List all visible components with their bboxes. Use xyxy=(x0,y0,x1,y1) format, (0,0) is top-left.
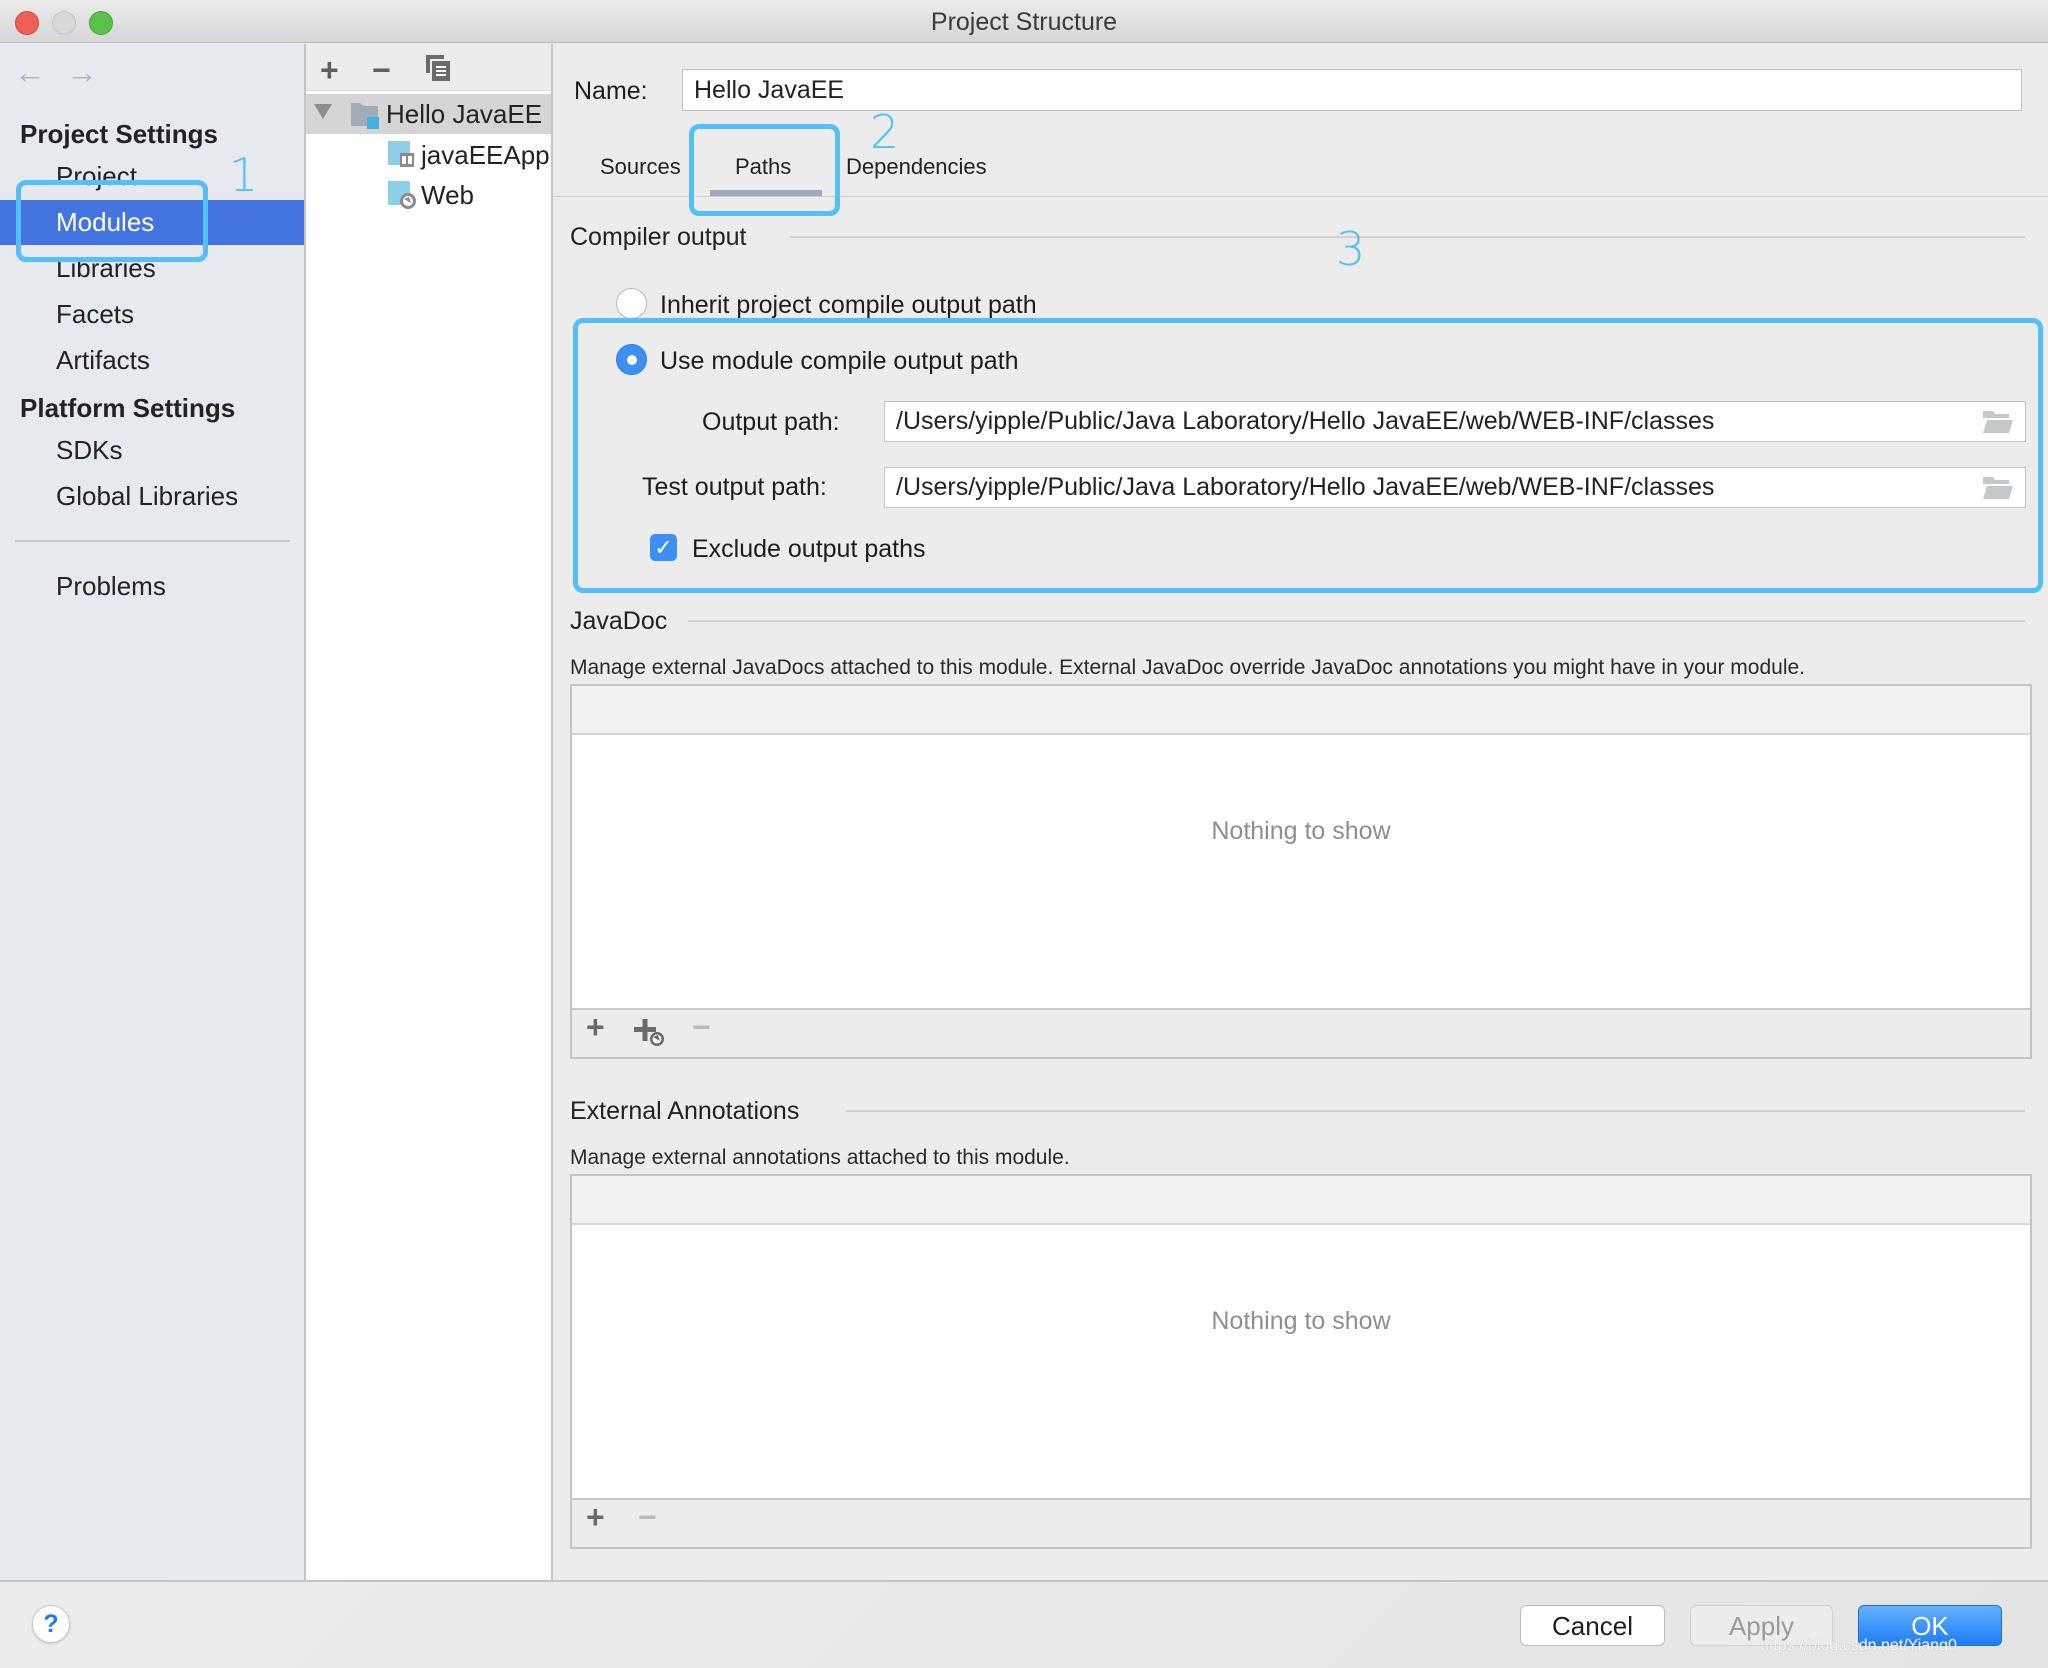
sidebar-item-sdks[interactable]: SDKs xyxy=(56,435,122,466)
sidebar-item-problems[interactable]: Problems xyxy=(56,571,166,602)
javadoc-divider xyxy=(688,620,2025,622)
compiler-output-title: Compiler output xyxy=(570,223,747,251)
expand-triangle-icon[interactable] xyxy=(314,104,332,119)
remove-icon[interactable]: − xyxy=(372,52,391,89)
tree-item-javaeeapp[interactable]: javaEEApp xyxy=(421,140,550,171)
forward-arrow-icon[interactable]: → xyxy=(66,54,98,91)
annotation-box-3 xyxy=(573,318,2043,593)
javadoc-description: Manage external JavaDocs attached to thi… xyxy=(570,656,1806,679)
platform-settings-header: Platform Settings xyxy=(20,393,236,423)
external-annotations-table-header xyxy=(572,1176,2030,1225)
watermark-text: https://blog.csdn.net/Yiang0 xyxy=(1760,1637,1957,1654)
sidebar-item-artifacts[interactable]: Artifacts xyxy=(56,345,150,376)
javaee-facet-icon xyxy=(388,141,416,169)
web-facet-icon xyxy=(388,181,416,209)
tab-dependencies[interactable]: Dependencies xyxy=(846,154,987,180)
sidebar-item-global-libraries[interactable]: Global Libraries xyxy=(56,481,238,512)
javadoc-remove-icon[interactable]: − xyxy=(692,1009,711,1046)
external-annotations-remove-icon[interactable]: − xyxy=(638,1499,657,1536)
external-annotations-divider xyxy=(846,1110,2025,1112)
window-title: Project Structure xyxy=(930,8,1118,36)
annotation-number-2: 2 xyxy=(870,105,900,159)
external-annotations-title: External Annotations xyxy=(570,1097,800,1125)
external-annotations-empty-text: Nothing to show xyxy=(1211,1307,1391,1335)
module-tree xyxy=(306,44,553,1580)
annotation-box-1 xyxy=(16,180,208,262)
javadoc-add-icon[interactable]: + xyxy=(586,1009,605,1046)
annotation-number-3: 3 xyxy=(1336,222,1366,276)
inherit-output-label[interactable]: Inherit project compile output path xyxy=(660,291,1037,320)
javadoc-add-url-icon[interactable] xyxy=(634,1019,668,1049)
copy-icon[interactable] xyxy=(424,54,452,82)
inherit-output-radio[interactable] xyxy=(616,288,647,319)
name-label: Name: xyxy=(574,77,648,105)
annotation-box-2 xyxy=(689,124,840,216)
compiler-output-divider xyxy=(790,236,2025,238)
tree-item-web[interactable]: Web xyxy=(421,180,474,211)
javadoc-empty-text: Nothing to show xyxy=(1211,817,1391,845)
javadoc-table-toolbar xyxy=(572,1008,2030,1057)
module-folder-icon xyxy=(350,100,380,130)
javadoc-table-header xyxy=(572,686,2030,735)
help-button[interactable]: ? xyxy=(32,1605,70,1643)
annotation-number-1: 1 xyxy=(229,148,259,202)
sidebar-item-facets[interactable]: Facets xyxy=(56,299,134,330)
cancel-button[interactable]: Cancel xyxy=(1520,1605,1665,1646)
external-annotations-description: Manage external annotations attached to … xyxy=(570,1146,1070,1169)
javadoc-table: Nothing to show + − xyxy=(570,684,2032,1059)
external-annotations-table-toolbar xyxy=(572,1498,2030,1547)
tree-root-label[interactable]: Hello JavaEE xyxy=(386,99,542,130)
add-icon[interactable]: + xyxy=(320,52,339,89)
javadoc-title: JavaDoc xyxy=(570,607,668,635)
sidebar-divider xyxy=(15,540,290,542)
external-annotations-add-icon[interactable]: + xyxy=(586,1499,605,1536)
back-arrow-icon[interactable]: ← xyxy=(14,54,46,91)
tab-sources[interactable]: Sources xyxy=(600,154,681,180)
external-annotations-table: Nothing to show + − xyxy=(570,1174,2032,1549)
project-settings-header: Project Settings xyxy=(20,119,218,149)
